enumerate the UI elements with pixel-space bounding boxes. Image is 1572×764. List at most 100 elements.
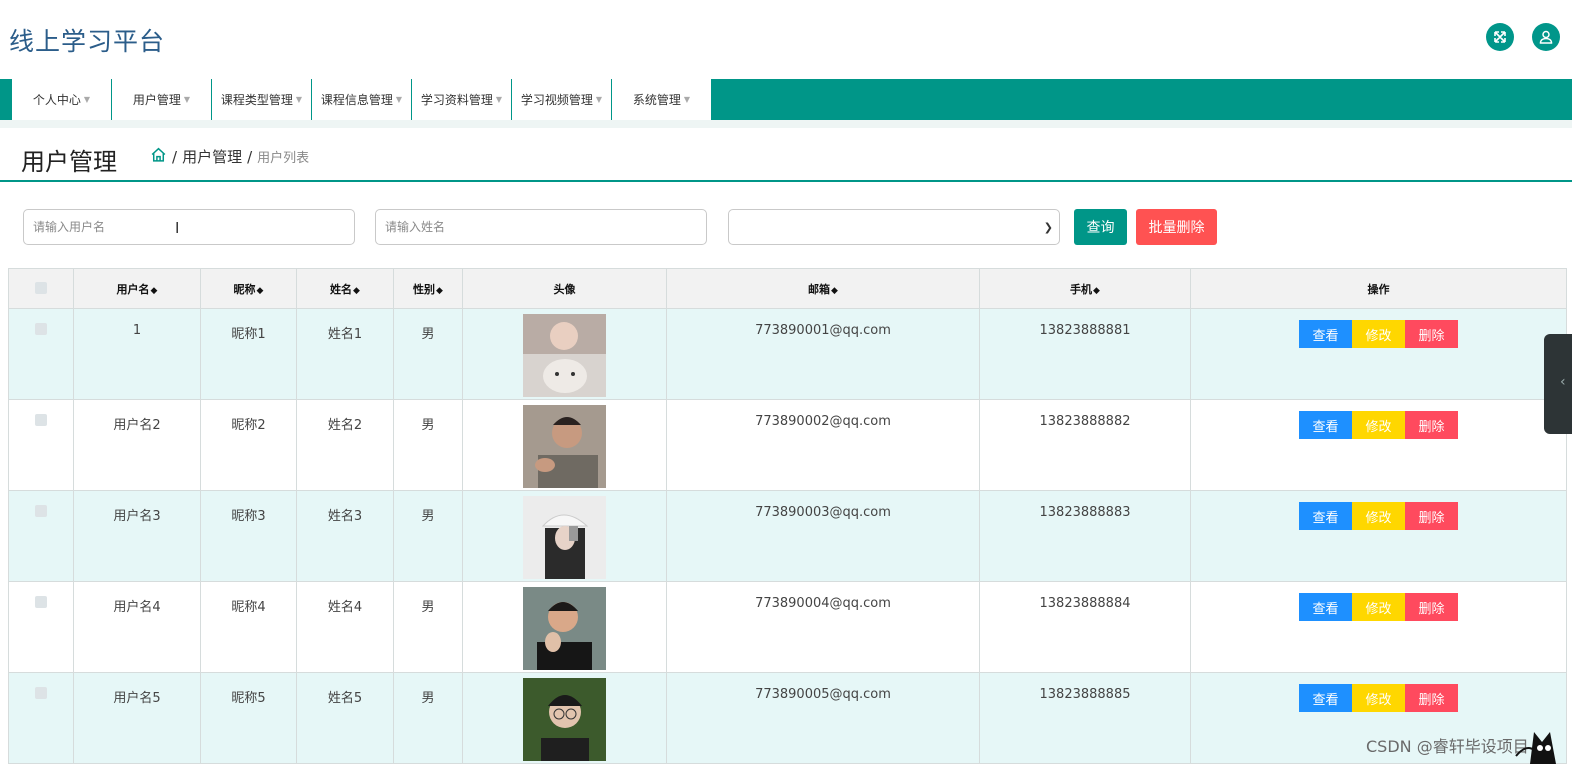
cell-nickname: 昵称3 xyxy=(200,490,297,582)
row-actions: 查看 修改 删除 xyxy=(1192,411,1565,439)
cell-phone: 13823888885 xyxy=(979,672,1191,764)
avatar xyxy=(523,405,606,488)
nav-item-course-info[interactable]: 课程信息管理 ▼ xyxy=(312,79,412,120)
view-button[interactable]: 查看 xyxy=(1299,320,1352,348)
edit-button[interactable]: 修改 xyxy=(1352,684,1405,712)
cat-mascot-icon xyxy=(1515,732,1556,764)
edit-button[interactable]: 修改 xyxy=(1352,593,1405,621)
col-nickname[interactable]: 昵称◆ xyxy=(200,268,297,309)
row-checkbox[interactable] xyxy=(35,687,47,699)
page-title: 用户管理 xyxy=(21,148,117,176)
edit-button[interactable]: 修改 xyxy=(1352,320,1405,348)
name-search-input[interactable] xyxy=(375,209,707,245)
col-email[interactable]: 邮箱◆ xyxy=(666,268,980,309)
nav-item-system[interactable]: 系统管理 ▼ xyxy=(612,79,712,120)
cell-nickname: 昵称1 xyxy=(200,308,297,400)
row-actions: 查看 修改 删除 xyxy=(1192,502,1565,530)
cell-phone: 13823888882 xyxy=(979,399,1191,491)
col-avatar: 头像 xyxy=(462,268,667,309)
avatar xyxy=(523,314,606,397)
col-name[interactable]: 姓名◆ xyxy=(296,268,394,309)
sort-icon: ◆ xyxy=(1093,285,1100,296)
caret-down-icon: ▼ xyxy=(683,95,691,104)
user-table: 用户名◆ 昵称◆ 姓名◆ 性别◆ 头像 邮箱◆ 手机◆ 操作 1 昵称1 姓名1… xyxy=(8,268,1567,764)
title-bar: 用户管理 / 用户管理 / 用户列表 xyxy=(0,128,1572,182)
avatar xyxy=(523,678,606,761)
avatar xyxy=(523,496,606,579)
cell-gender: 男 xyxy=(393,308,463,400)
row-checkbox[interactable] xyxy=(35,414,47,426)
username-search-input[interactable] xyxy=(23,209,355,245)
view-button[interactable]: 查看 xyxy=(1299,684,1352,712)
sort-icon: ◆ xyxy=(256,285,264,296)
edit-button[interactable]: 修改 xyxy=(1352,502,1405,530)
cell-name: 姓名2 xyxy=(296,399,394,491)
table-row: 用户名3 昵称3 姓名3 男 773890003@qq.com 13823888… xyxy=(8,490,1567,582)
nav-item-user-management[interactable]: 用户管理 ▼ xyxy=(112,79,212,120)
delete-button[interactable]: 删除 xyxy=(1405,320,1458,348)
nav-item-materials[interactable]: 学习资料管理 ▼ xyxy=(412,79,512,120)
caret-down-icon: ▼ xyxy=(183,95,191,104)
cell-name: 姓名4 xyxy=(296,581,394,673)
row-checkbox[interactable] xyxy=(35,323,47,335)
caret-down-icon: ▼ xyxy=(595,95,603,104)
cell-gender: 男 xyxy=(393,672,463,764)
table-row: 用户名5 昵称5 姓名5 男 773890005@qq.com 13823888… xyxy=(8,672,1567,764)
view-button[interactable]: 查看 xyxy=(1299,411,1352,439)
filter-bar: ❯ 查询 批量删除 xyxy=(0,209,1572,245)
delete-button[interactable]: 删除 xyxy=(1405,411,1458,439)
caret-down-icon: ▼ xyxy=(83,95,91,104)
avatar xyxy=(523,587,606,670)
col-username[interactable]: 用户名◆ xyxy=(73,268,201,309)
breadcrumb-current: 用户列表 xyxy=(257,151,310,166)
edit-button[interactable]: 修改 xyxy=(1352,411,1405,439)
col-actions: 操作 xyxy=(1190,268,1567,309)
cell-name: 姓名5 xyxy=(296,672,394,764)
user-icon[interactable] xyxy=(1532,23,1560,51)
delete-button[interactable]: 删除 xyxy=(1405,502,1458,530)
cell-username: 用户名4 xyxy=(73,581,201,673)
col-phone[interactable]: 手机◆ xyxy=(979,268,1191,309)
chevron-left-icon: ‹ xyxy=(1560,374,1566,390)
nav-item-course-type[interactable]: 课程类型管理 ▼ xyxy=(212,79,312,120)
col-gender[interactable]: 性别◆ xyxy=(393,268,463,309)
cell-gender: 男 xyxy=(393,399,463,491)
header: 线上学习平台 xyxy=(0,0,1572,79)
batch-delete-button[interactable]: 批量删除 xyxy=(1136,209,1217,245)
home-icon[interactable] xyxy=(150,146,167,167)
cell-phone: 13823888884 xyxy=(979,581,1191,673)
delete-button[interactable]: 删除 xyxy=(1405,684,1458,712)
cell-email: 773890001@qq.com xyxy=(666,308,980,400)
row-actions: 查看 修改 删除 xyxy=(1192,593,1565,621)
cell-phone: 13823888881 xyxy=(979,308,1191,400)
query-button[interactable]: 查询 xyxy=(1074,209,1127,245)
table-row: 用户名2 昵称2 姓名2 男 773890002@qq.com 13823888… xyxy=(8,399,1567,491)
app-title: 线上学习平台 xyxy=(9,27,166,56)
text-cursor-icon: I xyxy=(175,219,180,237)
filter-select[interactable]: ❯ xyxy=(728,209,1060,245)
nav-strip xyxy=(0,120,1572,128)
cell-email: 773890003@qq.com xyxy=(666,490,980,582)
caret-down-icon: ▼ xyxy=(495,95,503,104)
cell-username: 用户名2 xyxy=(73,399,201,491)
cell-username: 用户名3 xyxy=(73,490,201,582)
table-header-row: 用户名◆ 昵称◆ 姓名◆ 性别◆ 头像 邮箱◆ 手机◆ 操作 xyxy=(8,268,1567,309)
breadcrumb-level1[interactable]: 用户管理 xyxy=(182,146,242,167)
select-all-checkbox[interactable] xyxy=(35,282,47,294)
watermark: CSDN @睿轩毕设项目 xyxy=(1366,737,1529,756)
nav-item-videos[interactable]: 学习视频管理 ▼ xyxy=(512,79,612,120)
cell-nickname: 昵称2 xyxy=(200,399,297,491)
sort-icon: ◆ xyxy=(831,285,838,296)
row-checkbox[interactable] xyxy=(35,505,47,517)
row-actions: 查看 修改 删除 xyxy=(1192,320,1565,348)
expand-icon[interactable] xyxy=(1486,23,1514,51)
nav-item-personal-center[interactable]: 个人中心 ▼ xyxy=(12,79,112,120)
row-checkbox[interactable] xyxy=(35,596,47,608)
cell-email: 773890005@qq.com xyxy=(666,672,980,764)
chevron-down-icon: ❯ xyxy=(1043,221,1053,234)
side-drawer-toggle[interactable]: ‹ xyxy=(1544,334,1572,434)
sort-icon: ◆ xyxy=(150,285,158,296)
delete-button[interactable]: 删除 xyxy=(1405,593,1458,621)
view-button[interactable]: 查看 xyxy=(1299,502,1352,530)
view-button[interactable]: 查看 xyxy=(1299,593,1352,621)
